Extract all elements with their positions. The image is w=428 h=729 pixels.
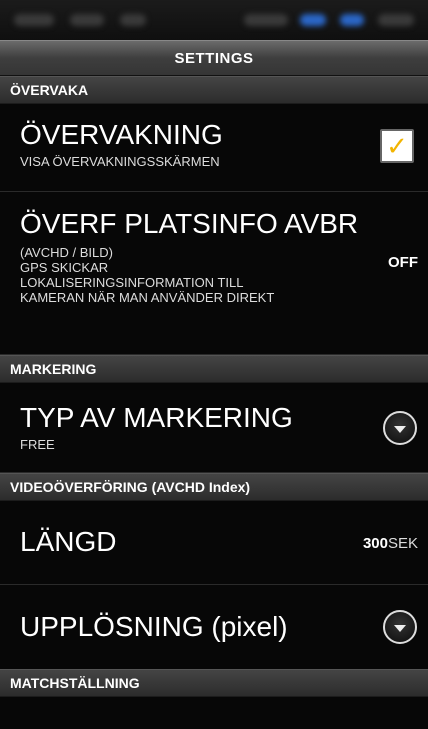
location-title: ÖVERF PLATSINFO AVBR (20, 208, 359, 239)
length-value[interactable]: 300SEK (363, 535, 418, 552)
length-title: LÄNGD (20, 526, 117, 558)
location-toggle-value[interactable]: OFF (388, 254, 418, 271)
page-title: SETTINGS (0, 40, 428, 76)
location-description: (AVCHD / BILD) GPS SKICKAR LOKALISERINGS… (20, 244, 404, 306)
marker-type-value: FREE (20, 436, 55, 452)
monitoring-subtitle: VISA ÖVERVAKNINGSSKÄRMEN (20, 153, 220, 169)
section-header-video: VIDEOÖVERFÖRING (AVCHD Index) (0, 473, 428, 501)
resolution-dropdown-button[interactable] (383, 610, 417, 644)
setting-row-marker-type[interactable]: TYP AV MARKERING FREE (0, 383, 428, 473)
resolution-title: UPPLÖSNING (pixel) (20, 610, 288, 642)
length-number: 300 (362, 535, 388, 552)
settings-screen: SETTINGS ÖVERVAKA ÖVERVAKNING VISA ÖVERV… (0, 0, 428, 729)
location-desc-line: LOKALISERINGSINFORMATION TILL (20, 274, 244, 290)
marker-type-dropdown-button[interactable] (383, 411, 417, 445)
setting-row-monitoring[interactable]: ÖVERVAKNING VISA ÖVERVAKNINGSSKÄRMEN ✓ (0, 104, 428, 192)
location-desc-line: (AVCHD / BILD) (20, 244, 113, 260)
location-desc-line: KAMERAN NÄR MAN ANVÄNDER DIREKT (20, 289, 275, 305)
check-icon: ✓ (386, 130, 408, 161)
status-bar (0, 0, 428, 40)
location-desc-line: GPS SKICKAR (20, 259, 109, 275)
chevron-down-icon (394, 624, 406, 632)
setting-row-location[interactable]: ÖVERF PLATSINFO AVBR (AVCHD / BILD) GPS … (0, 192, 428, 355)
monitoring-title: ÖVERVAKNING (20, 119, 223, 150)
setting-row-length[interactable]: LÄNGD 300SEK (0, 501, 428, 585)
setting-row-resolution[interactable]: UPPLÖSNING (pixel) (0, 585, 428, 669)
chevron-down-icon (394, 425, 406, 433)
monitoring-checkbox[interactable]: ✓ (380, 129, 414, 163)
length-unit: SEK (387, 535, 418, 552)
section-header-overvaka: ÖVERVAKA (0, 76, 428, 104)
section-header-markering: MARKERING (0, 355, 428, 383)
section-header-match: MATCHSTÄLLNING (0, 669, 428, 697)
marker-type-title: TYP AV MARKERING (20, 402, 293, 433)
